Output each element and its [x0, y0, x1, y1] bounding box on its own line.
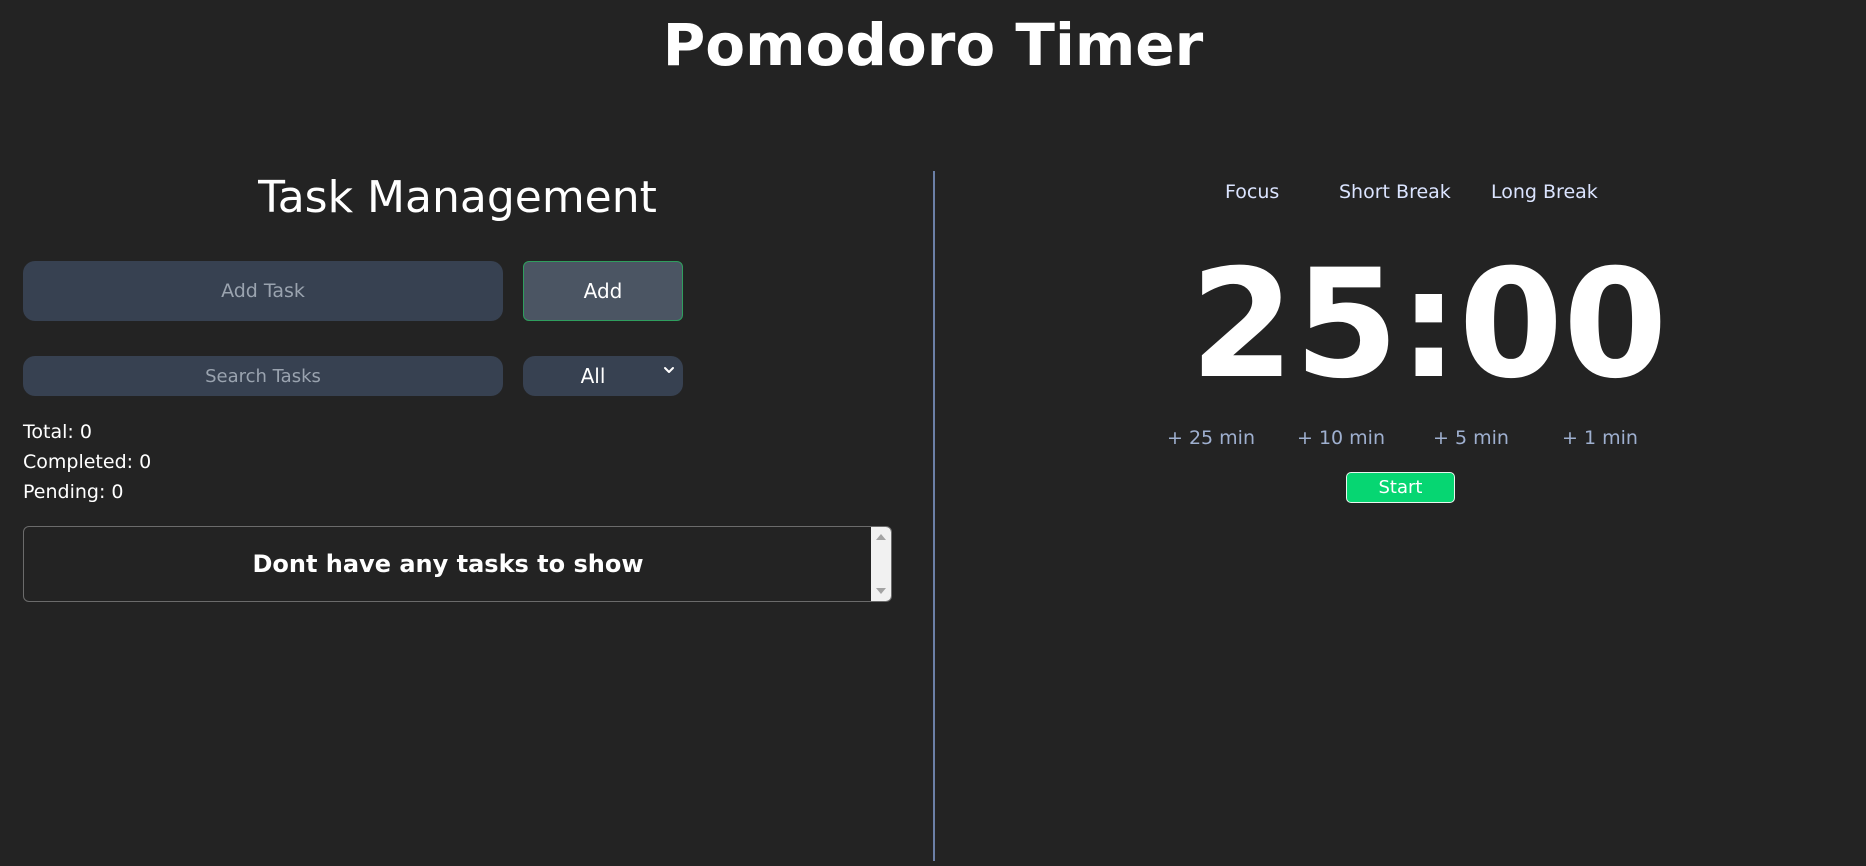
start-button[interactable]: Start [1346, 472, 1455, 503]
stat-completed: Completed: 0 [23, 451, 152, 473]
panel-divider [933, 171, 935, 861]
empty-tasks-message: Dont have any tasks to show [252, 550, 644, 578]
stat-total: Total: 0 [23, 421, 92, 443]
scroll-down-arrow-icon[interactable] [876, 588, 886, 594]
add-task-input[interactable] [23, 261, 503, 321]
chevron-down-icon [664, 367, 674, 373]
stat-pending: Pending: 0 [23, 481, 124, 503]
scroll-up-arrow-icon[interactable] [876, 534, 886, 540]
add-5-min-button[interactable]: + 5 min [1433, 426, 1509, 450]
filter-selected-value: All [580, 364, 606, 388]
add-10-min-button[interactable]: + 10 min [1297, 426, 1385, 450]
tab-short-break[interactable]: Short Break [1339, 180, 1451, 204]
tab-focus[interactable]: Focus [1225, 180, 1279, 204]
task-filter-select[interactable]: All [523, 356, 683, 396]
task-list-scrollbar[interactable] [871, 527, 891, 601]
add-task-button[interactable]: Add [523, 261, 683, 321]
add-25-min-button[interactable]: + 25 min [1167, 426, 1255, 450]
search-tasks-input[interactable] [23, 356, 503, 396]
tab-long-break[interactable]: Long Break [1491, 180, 1598, 204]
add-1-min-button[interactable]: + 1 min [1562, 426, 1638, 450]
task-management-heading: Task Management [258, 172, 657, 223]
task-list: Dont have any tasks to show [23, 526, 892, 602]
timer-display: 25:00 [1190, 238, 1668, 412]
app-title: Pomodoro Timer [662, 11, 1204, 79]
